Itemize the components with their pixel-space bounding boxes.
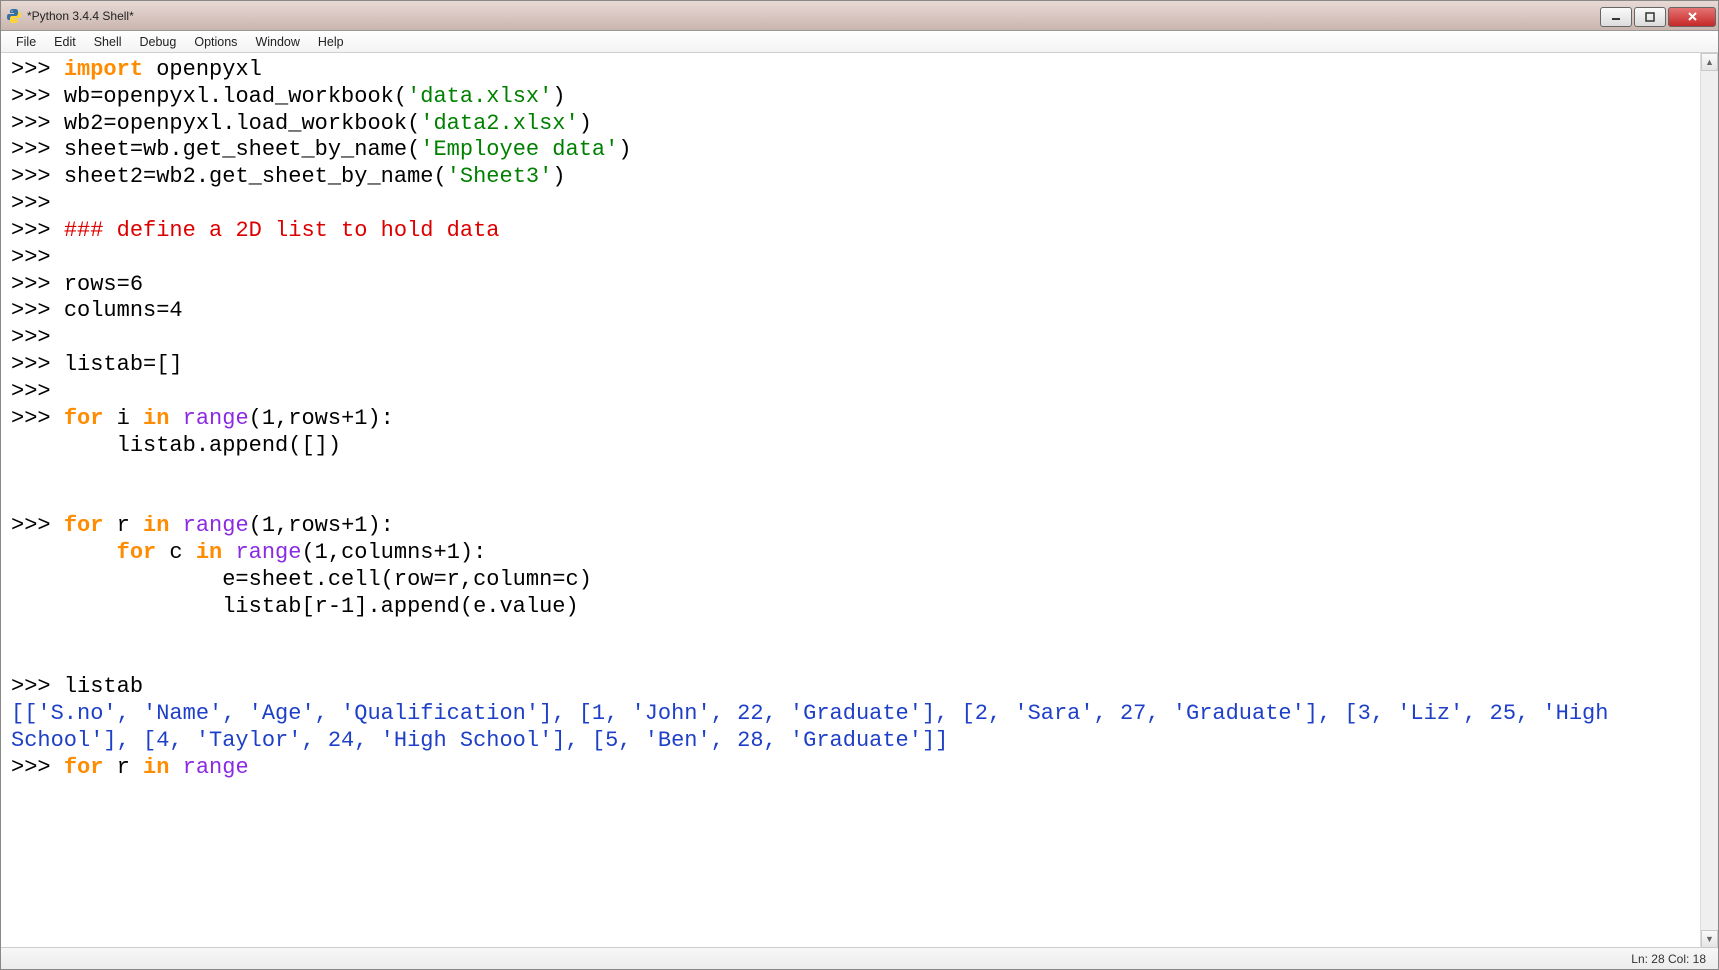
code-output: [['S.no', 'Name', 'Age', 'Qualification'… xyxy=(11,701,1622,753)
code-keyword: import xyxy=(64,57,143,82)
prompt: >>> xyxy=(11,325,64,350)
code-text xyxy=(169,406,182,431)
code-text: listab xyxy=(64,674,143,699)
menu-debug[interactable]: Debug xyxy=(131,33,186,51)
prompt: >>> xyxy=(11,137,64,162)
code-editor[interactable]: >>> import openpyxl >>> wb=openpyxl.load… xyxy=(1,53,1718,947)
menubar: File Edit Shell Debug Options Window Hel… xyxy=(1,31,1718,53)
code-text: columns=4 xyxy=(64,298,183,323)
close-icon xyxy=(1687,11,1698,22)
code-builtin: range xyxy=(183,406,249,431)
prompt: >>> xyxy=(11,191,64,216)
scroll-up-icon[interactable]: ▲ xyxy=(1701,53,1718,71)
code-text: sheet2=wb2.get_sheet_by_name( xyxy=(64,164,447,189)
prompt: >>> xyxy=(11,298,64,323)
cursor-position: Ln: 28 Col: 18 xyxy=(1631,952,1706,966)
code-text: e=sheet.cell(row=r,column=c) xyxy=(11,567,592,592)
code-keyword: in xyxy=(196,540,222,565)
code-text: r xyxy=(103,755,143,780)
prompt: >>> xyxy=(11,352,64,377)
code-text: (1,rows+1): xyxy=(249,406,394,431)
code-string: 'data2.xlsx' xyxy=(420,111,578,136)
menu-edit[interactable]: Edit xyxy=(45,33,85,51)
code-builtin: range xyxy=(235,540,301,565)
prompt: >>> xyxy=(11,57,64,82)
code-text: sheet=wb.get_sheet_by_name( xyxy=(64,137,420,162)
code-keyword: for xyxy=(117,540,157,565)
menu-help[interactable]: Help xyxy=(309,33,353,51)
code-text: (1,columns+1): xyxy=(301,540,486,565)
code-builtin: range xyxy=(183,755,249,780)
vertical-scrollbar[interactable]: ▲ ▼ xyxy=(1700,53,1718,948)
window-title: *Python 3.4.4 Shell* xyxy=(27,9,1600,23)
code-string: 'Employee data' xyxy=(420,137,618,162)
prompt: >>> xyxy=(11,406,64,431)
code-text: c xyxy=(156,540,196,565)
code-text: rows=6 xyxy=(64,272,143,297)
code-text: listab=[] xyxy=(64,352,183,377)
code-text: ) xyxy=(618,137,631,162)
prompt: >>> xyxy=(11,755,64,780)
statusbar: Ln: 28 Col: 18 xyxy=(1,947,1718,969)
code-text: ) xyxy=(579,111,592,136)
menu-file[interactable]: File xyxy=(7,33,45,51)
menu-shell[interactable]: Shell xyxy=(85,33,131,51)
prompt: >>> xyxy=(11,513,64,538)
prompt: >>> xyxy=(11,218,64,243)
code-keyword: for xyxy=(64,406,104,431)
code-pad xyxy=(11,540,117,565)
code-text: i xyxy=(103,406,143,431)
code-text xyxy=(169,513,182,538)
code-builtin: range xyxy=(183,513,249,538)
prompt: >>> xyxy=(11,379,64,404)
close-button[interactable] xyxy=(1668,7,1716,27)
titlebar[interactable]: *Python 3.4.4 Shell* xyxy=(1,1,1718,31)
code-text xyxy=(11,647,222,672)
window-buttons xyxy=(1600,5,1718,27)
scroll-track[interactable] xyxy=(1701,71,1718,930)
code-text: wb=openpyxl.load_workbook( xyxy=(64,84,407,109)
minimize-button[interactable] xyxy=(1600,7,1632,27)
prompt: >>> xyxy=(11,111,64,136)
code-keyword: in xyxy=(143,406,169,431)
code-text xyxy=(222,540,235,565)
prompt: >>> xyxy=(11,245,64,270)
code-text: openpyxl xyxy=(143,57,262,82)
maximize-button[interactable] xyxy=(1634,7,1666,27)
code-text: r xyxy=(103,513,143,538)
code-comment: ### define a 2D list to hold data xyxy=(64,218,500,243)
menu-window[interactable]: Window xyxy=(246,33,308,51)
code-text: listab.append([]) xyxy=(11,433,341,458)
code-string: 'data.xlsx' xyxy=(407,84,552,109)
code-text: ) xyxy=(552,84,565,109)
code-keyword: in xyxy=(143,513,169,538)
prompt: >>> xyxy=(11,674,64,699)
code-keyword: in xyxy=(143,755,169,780)
code-text xyxy=(11,486,117,511)
minimize-icon xyxy=(1611,12,1621,22)
code-text xyxy=(169,755,182,780)
code-text: listab[r-1].append(e.value) xyxy=(11,594,579,619)
code-text: wb2=openpyxl.load_workbook( xyxy=(64,111,420,136)
prompt: >>> xyxy=(11,84,64,109)
window: *Python 3.4.4 Shell* File Edit Shell Deb… xyxy=(0,0,1719,970)
python-app-icon xyxy=(6,8,22,24)
code-keyword: for xyxy=(64,755,104,780)
code-string: 'Sheet3' xyxy=(447,164,553,189)
code-text: ) xyxy=(552,164,565,189)
code-keyword: for xyxy=(64,513,104,538)
maximize-icon xyxy=(1645,12,1655,22)
prompt: >>> xyxy=(11,164,64,189)
code-text: (1,rows+1): xyxy=(249,513,394,538)
scroll-down-icon[interactable]: ▼ xyxy=(1701,930,1718,948)
prompt: >>> xyxy=(11,272,64,297)
menu-options[interactable]: Options xyxy=(185,33,246,51)
